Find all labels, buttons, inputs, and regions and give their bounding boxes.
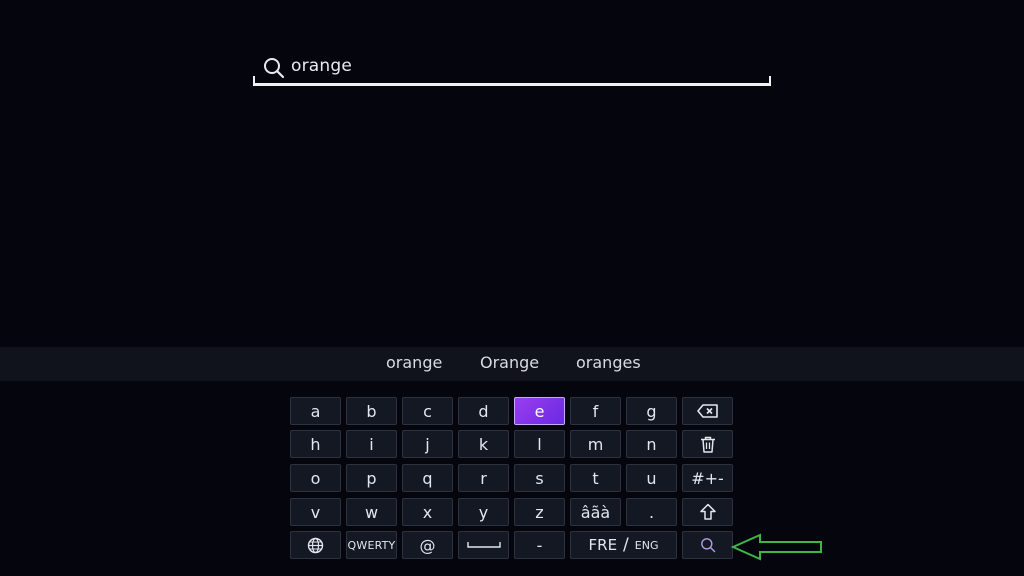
key-w[interactable]: w: [346, 498, 397, 526]
trash-icon: [700, 436, 715, 453]
search-underline-left-tick: [253, 76, 255, 86]
key-h[interactable]: h: [290, 430, 341, 458]
clear-key[interactable]: [682, 430, 733, 458]
key-q[interactable]: q: [402, 464, 453, 492]
key-t[interactable]: t: [570, 464, 621, 492]
key-dash[interactable]: -: [514, 531, 565, 559]
suggestion-item[interactable]: oranges: [576, 353, 641, 372]
key-y[interactable]: y: [458, 498, 509, 526]
shift-icon: [699, 503, 716, 520]
key-x[interactable]: x: [402, 498, 453, 526]
search-underline: [253, 83, 771, 86]
key-c[interactable]: c: [402, 397, 453, 425]
shift-key[interactable]: [682, 498, 733, 526]
key-period[interactable]: .: [626, 498, 677, 526]
key-m[interactable]: m: [570, 430, 621, 458]
arrow-left-icon: [730, 533, 822, 561]
key-a[interactable]: a: [290, 397, 341, 425]
key-v[interactable]: v: [290, 498, 341, 526]
globe-icon: [307, 537, 324, 553]
search-icon: [700, 538, 715, 553]
tv-search-screen: orange orange Orange oranges a b c d e f…: [0, 0, 1024, 576]
search-bar[interactable]: orange: [253, 52, 771, 86]
language-key[interactable]: [290, 531, 341, 559]
suggestion-item[interactable]: orange: [386, 353, 442, 372]
key-i[interactable]: i: [346, 430, 397, 458]
search-submit-key[interactable]: [682, 531, 733, 559]
space-key[interactable]: [458, 531, 509, 559]
key-r[interactable]: r: [458, 464, 509, 492]
key-f[interactable]: f: [570, 397, 621, 425]
key-l[interactable]: l: [514, 430, 565, 458]
qwerty-layout-key[interactable]: QWERTY: [346, 531, 397, 559]
symbols-key[interactable]: #+-: [682, 464, 733, 492]
backspace-icon: [696, 404, 718, 418]
key-k[interactable]: k: [458, 430, 509, 458]
suggestions-bar: orange Orange oranges: [0, 347, 1024, 381]
accents-key[interactable]: âãà: [570, 498, 621, 526]
key-g[interactable]: g: [626, 397, 677, 425]
key-b[interactable]: b: [346, 397, 397, 425]
backspace-key[interactable]: [682, 397, 733, 425]
key-d[interactable]: d: [458, 397, 509, 425]
language-primary: FRE: [588, 536, 618, 554]
space-bar-icon: [466, 542, 501, 548]
key-s[interactable]: s: [514, 464, 565, 492]
suggestion-item[interactable]: Orange: [480, 353, 539, 372]
search-icon: [263, 57, 285, 79]
language-secondary: ENG: [634, 538, 659, 552]
search-underline-right-tick: [769, 76, 771, 86]
key-e[interactable]: e: [514, 397, 565, 425]
language-separator: /: [623, 535, 629, 555]
language-toggle-key[interactable]: FRE / ENG: [570, 531, 677, 559]
key-u[interactable]: u: [626, 464, 677, 492]
search-query-text: orange: [291, 56, 353, 76]
key-z[interactable]: z: [514, 498, 565, 526]
key-o[interactable]: o: [290, 464, 341, 492]
key-n[interactable]: n: [626, 430, 677, 458]
key-j[interactable]: j: [402, 430, 453, 458]
key-p[interactable]: p: [346, 464, 397, 492]
key-at[interactable]: @: [402, 531, 453, 559]
